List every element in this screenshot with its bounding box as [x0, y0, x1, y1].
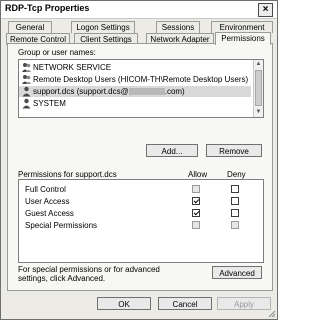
permissions-for-label: Permissions for support.dcs	[18, 170, 117, 179]
title-bar[interactable]: RDP-Tcp Properties ×	[1, 1, 277, 19]
scroll-down-arrow-icon[interactable]: ▼	[254, 108, 263, 117]
allow-header: Allow	[188, 170, 208, 179]
group-user-names-label: Group or user names:	[18, 48, 96, 57]
remove-button[interactable]: Remove	[206, 144, 262, 157]
tab-logon-settings[interactable]: Logon Settings	[71, 21, 135, 33]
redaction-block	[128, 88, 165, 96]
scroll-thumb[interactable]	[255, 70, 262, 106]
allow-checkbox-user-access[interactable]	[192, 197, 200, 205]
deny-checkbox-user-access[interactable]	[231, 197, 239, 205]
user-name: SYSTEM	[33, 99, 66, 108]
list-item[interactable]: Remote Desktop Users (HICOM-TH\Remote De…	[19, 74, 251, 85]
tab-sessions[interactable]: Sessions	[156, 21, 200, 33]
allow-checkbox-full-control[interactable]	[192, 185, 200, 193]
resize-grip-icon[interactable]	[268, 310, 276, 318]
permission-name: Guest Access	[25, 209, 74, 218]
window-title: RDP-Tcp Properties	[5, 3, 90, 13]
advanced-button[interactable]: Advanced	[212, 266, 262, 279]
permission-name: Full Control	[25, 185, 66, 194]
tab-general[interactable]: General	[8, 21, 52, 33]
properties-dialog: RDP-Tcp Properties × General Logon Setti…	[0, 0, 278, 320]
user-name: support.dcs (support.dcs@ .com)	[33, 87, 185, 96]
cancel-button[interactable]: Cancel	[158, 297, 212, 310]
advanced-note: For special permissions or for advanced …	[18, 265, 160, 283]
permissions-panel: Group or user names: NETWORK SERVICE Rem…	[7, 43, 273, 291]
deny-checkbox-guest-access[interactable]	[231, 209, 239, 217]
deny-checkbox-special-permissions	[231, 221, 239, 229]
add-button[interactable]: Add...	[146, 144, 198, 157]
tab-permissions[interactable]: Permissions	[215, 32, 271, 45]
allow-checkbox-special-permissions	[192, 221, 200, 229]
permission-name: User Access	[25, 197, 70, 206]
list-item-selected[interactable]: support.dcs (support.dcs@ .com)	[19, 86, 251, 97]
close-button[interactable]: ×	[258, 3, 273, 17]
permission-name: Special Permissions	[25, 221, 98, 230]
deny-header: Deny	[227, 170, 246, 179]
permissions-table: Full Control User Access Guest Access Sp…	[18, 179, 264, 263]
user-listbox[interactable]: NETWORK SERVICE Remote Desktop Users (HI…	[18, 59, 264, 118]
apply-button[interactable]: Apply	[217, 297, 271, 310]
list-scrollbar[interactable]: ▲ ▼	[253, 60, 263, 117]
user-name: Remote Desktop Users (HICOM-TH\Remote De…	[33, 75, 249, 84]
group-icon	[22, 63, 31, 72]
user-icon	[22, 86, 31, 97]
user-name: NETWORK SERVICE	[33, 63, 112, 72]
group-icon	[22, 75, 31, 84]
list-item[interactable]: NETWORK SERVICE	[19, 62, 251, 73]
ok-button[interactable]: OK	[97, 297, 151, 310]
scroll-up-arrow-icon[interactable]: ▲	[254, 60, 263, 69]
deny-checkbox-full-control[interactable]	[231, 185, 239, 193]
user-icon	[22, 98, 31, 109]
list-item[interactable]: SYSTEM	[19, 98, 251, 109]
allow-checkbox-guest-access[interactable]	[192, 209, 200, 217]
